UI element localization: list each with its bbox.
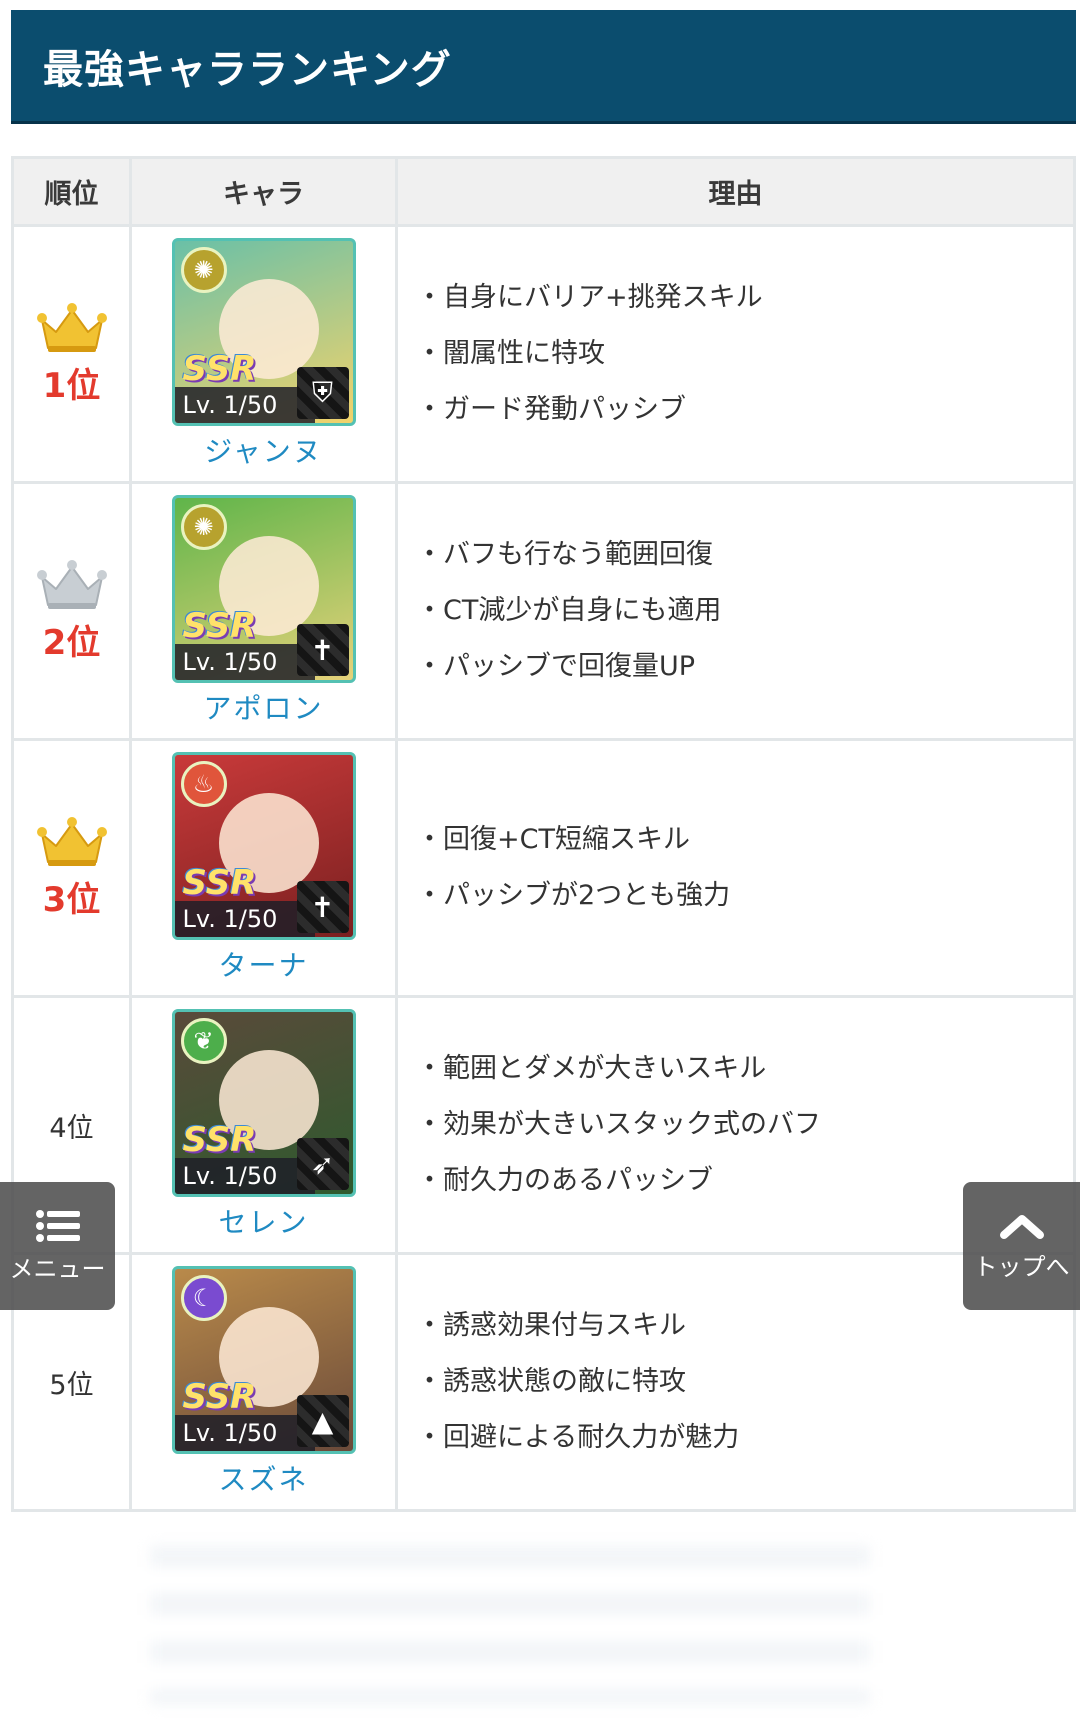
witch-hat-icon: ▲ [296,1395,349,1447]
blurred-content [150,1545,870,1705]
menu-button-label: メニュー [9,1254,106,1283]
cross-icon: ✝ [296,881,349,933]
reason-item: 自身にバリア+挑発スキル [416,270,1073,326]
fire-icon: ♨ [180,761,227,807]
level-label: Lv. 1/50 [174,1158,315,1194]
page: 最強キャラランキング 順位 キャラ 理由 1位 ✺ SSR Lv. 1/50 ⛨ ジャンヌ… [0,0,1080,1722]
character-cell: ✺ SSR Lv. 1/50 ✝ アポロン [129,481,398,741]
reason-list: 自身にバリア+挑発スキル闇属性に特攻ガード発動パッシブ [416,270,1073,438]
character-name-link[interactable]: スズネ [132,1458,395,1498]
moon-icon: ☾ [180,1275,227,1321]
reason-item: CT減少が自身にも適用 [416,583,1073,639]
reason-item: 回避による耐久力が魅力 [416,1410,1073,1466]
light-icon: ✺ [180,247,227,293]
element-glyph: ✺ [193,513,214,541]
character-name-link[interactable]: ジャンヌ [132,430,395,470]
rank-label: 1位 [42,365,101,406]
menu-button[interactable]: メニュー [0,1182,115,1310]
role-glyph: ➶ [310,1147,335,1181]
character-card[interactable]: ✺ SSR Lv. 1/50 ⛨ [171,238,356,426]
header-rank: 順位 [11,156,132,227]
character-card[interactable]: ✺ SSR Lv. 1/50 ✝ [171,495,356,683]
reason-item: 範囲とダメが大きいスキル [416,1041,1073,1097]
character-cell: ♨ SSR Lv. 1/50 ✝ ターナ [129,738,398,998]
section-header: 最強キャラランキング [11,10,1076,124]
element-glyph: ♨ [192,770,215,798]
character-card[interactable]: ☾ SSR Lv. 1/50 ▲ [171,1266,356,1454]
character-name-link[interactable]: ターナ [132,944,395,984]
cross-icon: ✝ [296,624,349,676]
role-glyph: ✝ [310,633,335,667]
rank-cell: 1位 [11,224,132,484]
list-icon [35,1209,80,1242]
back-to-top-label: トップへ [973,1252,1070,1281]
rarity-badge: SSR [182,606,257,646]
crown-icon [36,559,107,609]
page-title: 最強キャラランキング [43,46,452,93]
character-card[interactable]: ♨ SSR Lv. 1/50 ✝ [171,752,356,940]
level-label: Lv. 1/50 [174,901,315,937]
reason-list: 誘惑効果付与スキル誘惑状態の敵に特攻回避による耐久力が魅力 [416,1298,1073,1466]
role-glyph: ▲ [311,1404,334,1438]
character-cell: ✺ SSR Lv. 1/50 ⛨ ジャンヌ [129,224,398,484]
role-glyph: ⛨ [311,376,333,409]
back-to-top-button[interactable]: トップへ [963,1182,1080,1310]
crown-icon [36,302,107,352]
crown-icon [36,816,107,866]
rarity-badge: SSR [182,1120,257,1160]
header-character: キャラ [129,156,398,227]
rarity-badge: SSR [182,863,257,903]
rarity-badge: SSR [182,1377,257,1417]
reason-item: パッシブが2つとも強力 [416,868,1073,924]
rank-cell: 3位 [11,738,132,998]
reason-list: バフも行なう範囲回復CT減少が自身にも適用パッシブで回復量UP [416,527,1073,695]
reason-item: 闇属性に特攻 [416,326,1073,382]
table-row: 1位✺SSRLv. 1/50⛨ジャンヌ自身にバリア+挑発スキル闇属性に特攻ガード… [11,224,1076,484]
level-label: Lv. 1/50 [174,387,315,423]
character-name-link[interactable]: セレン [132,1201,395,1241]
rank-label: 2位 [42,622,101,663]
table-row: 5位 ☾ SSRLv. 1/50▲ スズネ誘惑効果付与スキル誘惑状態の敵に特攻回避によ… [11,1252,1076,1512]
reason-cell: 自身にバリア+挑発スキル闇属性に特攻ガード発動パッシブ [395,224,1076,484]
rank-label: 3位 [42,879,101,920]
element-glyph: ☾ [192,1284,215,1312]
level-label: Lv. 1/50 [174,1415,315,1451]
rarity-badge: SSR [182,349,257,389]
reason-item: 回復+CT短縮スキル [416,812,1073,868]
reason-item: 効果が大きいスタック式のバフ [416,1097,1073,1153]
ranking-table: 順位 キャラ 理由 1位✺SSRLv. 1/50⛨ジャンヌ自身にバリア+挑発スキ… [11,156,1076,1512]
reason-item: パッシブで回復量UP [416,639,1073,695]
light-icon: ✺ [180,504,227,550]
level-label: Lv. 1/50 [174,644,315,680]
table-row: 4位 ❦ SSRLv. 1/50➶ セレン 範囲とダメが大きいスキル効果が大きいスタック… [11,995,1076,1255]
rank-label: 4位 [49,1112,94,1144]
reason-item: バフも行なう範囲回復 [416,527,1073,583]
character-card[interactable]: ❦ SSR Lv. 1/50 ➶ [171,1009,356,1197]
rank-cell: 2位 [11,481,132,741]
character-cell: ☾ SSR Lv. 1/50 ▲ スズネ [129,1252,398,1512]
reason-list: 回復+CT短縮スキルパッシブが2つとも強力 [416,812,1073,924]
table-row: 3位♨SSRLv. 1/50✝ターナ回復+CT短縮スキルパッシブが2つとも強力 [11,738,1076,998]
shield-icon: ⛨ [296,367,349,419]
character-cell: ❦ SSR Lv. 1/50 ➶ セレン [129,995,398,1255]
table-row: 2位✺SSRLv. 1/50✝アポロンバフも行なう範囲回復CT減少が自身にも適用… [11,481,1076,741]
role-glyph: ✝ [310,890,335,924]
bow-icon: ➶ [296,1138,349,1190]
reason-cell: バフも行なう範囲回復CT減少が自身にも適用パッシブで回復量UP [395,481,1076,741]
reason-item: ガード発動パッシブ [416,382,1073,438]
table-header-row: 順位 キャラ 理由 [11,156,1076,227]
rank-label: 5位 [49,1369,94,1401]
reason-cell: 回復+CT短縮スキルパッシブが2つとも強力 [395,738,1076,998]
character-name-link[interactable]: アポロン [132,687,395,727]
element-glyph: ❦ [193,1027,214,1055]
chevron-up-icon [999,1214,1044,1239]
wind-icon: ❦ [180,1018,227,1064]
header-reason: 理由 [395,156,1076,227]
reason-item: 誘惑状態の敵に特攻 [416,1354,1073,1410]
element-glyph: ✺ [193,256,214,284]
